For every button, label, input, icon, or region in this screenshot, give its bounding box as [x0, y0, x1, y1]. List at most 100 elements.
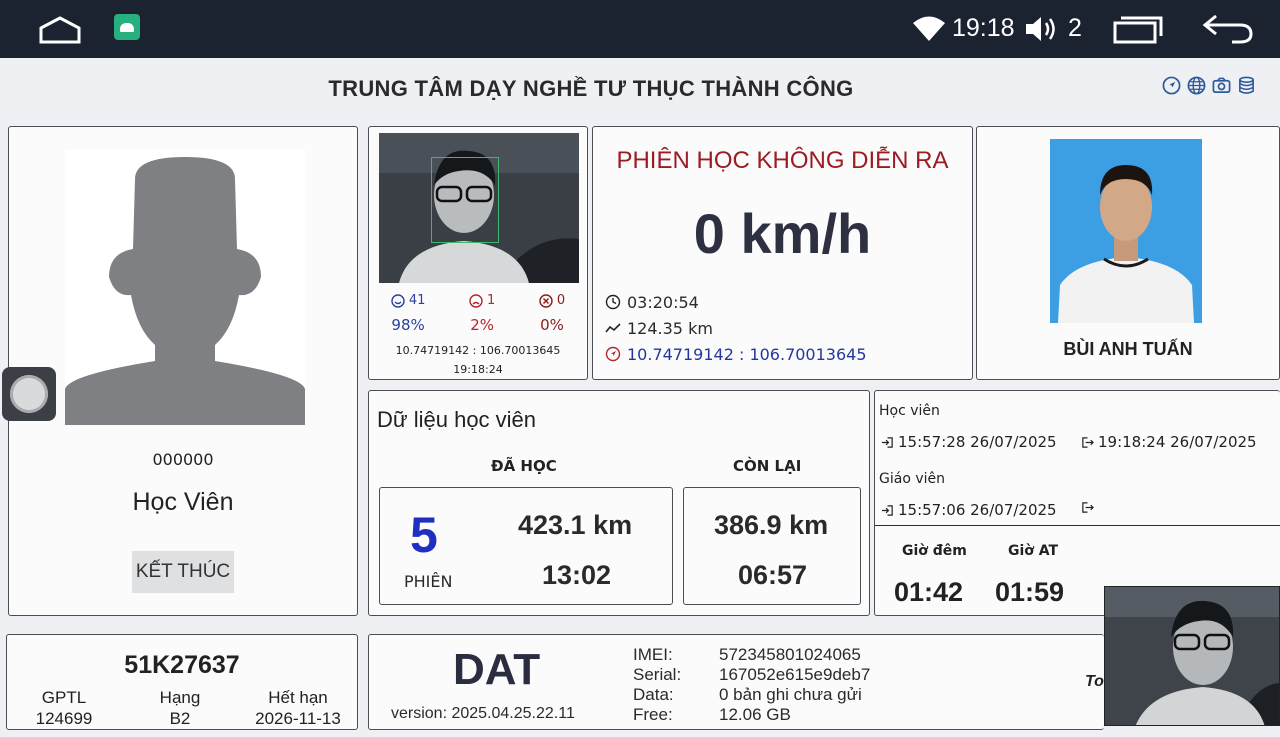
free-row: Free: 12.06 GB [633, 705, 870, 725]
clock-icon [605, 294, 621, 310]
volume-level: 2 [1068, 14, 1082, 42]
android-app-icon[interactable] [114, 14, 140, 40]
floating-home-button[interactable] [2, 367, 56, 421]
imei-value: 572345801024065 [719, 645, 861, 664]
camera-icon[interactable] [1212, 76, 1231, 95]
student-name: Học Viên [132, 488, 234, 516]
gps-value: 10.74719142 : 106.70013645 [627, 344, 867, 364]
student-photo-placeholder [65, 149, 305, 425]
teacher-panel: BÙI ANH TUẤN [976, 126, 1280, 380]
database-icon[interactable] [1237, 76, 1256, 95]
recent-apps-icon[interactable] [1112, 14, 1164, 44]
stat-count: 0 [556, 293, 566, 308]
student-checkout: 19:18:24 26/07/2025 [1081, 433, 1257, 451]
stat-percent: 0% [540, 316, 564, 334]
session-duration: 03:20:54 [605, 289, 867, 315]
license-label: GPTL [41, 688, 87, 707]
live-driver-illustration [1105, 587, 1279, 725]
stat-count: 41 [408, 293, 426, 308]
session-gps: 10.74719142 : 106.70013645 [605, 341, 867, 367]
face-camera-panel: 41 98% 1 2% 0 0% 10.74719142: 106.70013… [368, 126, 588, 380]
app-screen: TRUNG TÂM DẠY NGHỀ TƯ THỤC THÀNH CÔNG 00… [0, 58, 1280, 737]
teacher-photo [1050, 139, 1202, 323]
learned-header: ĐÃ HỌC [491, 457, 557, 475]
license-plate: 51K27637 [124, 651, 240, 679]
center-title: TRUNG TÂM DẠY NGHỀ TƯ THỤC THÀNH CÔNG [328, 76, 854, 101]
teacher-checkin-time: 15:57:06 26/07/2025 [898, 501, 1057, 519]
training-data-panel: Dữ liệu học viên ĐÃ HỌC CÒN LẠI 5 PHIÊN … [368, 390, 870, 616]
night-hours-label: Giờ đêm [902, 543, 967, 559]
remaining-distance: 386.9 km [714, 510, 829, 540]
imei-row: IMEI: 572345801024065 [633, 645, 870, 665]
at-hours-label: Giờ AT [1008, 543, 1059, 559]
remaining-header: CÒN LẠI [733, 457, 802, 475]
dat-logo: DAT [453, 645, 541, 694]
class-label: Hạng [159, 688, 201, 707]
remaining-time: 06:57 [738, 560, 808, 590]
teacher-checkout [1081, 501, 1094, 514]
data-value: 0 bản ghi chưa gửi [719, 685, 862, 704]
teacher-name: BÙI ANH TUẤN [1063, 339, 1193, 359]
device-info: IMEI: 572345801024065 Serial: 167052e615… [633, 645, 870, 725]
device-panel: DAT version: 2025.04.25.22.11 IMEI: 5723… [368, 634, 1104, 730]
student-checkin: 15:57:28 26/07/2025 [881, 433, 1057, 451]
header-icons [1162, 76, 1256, 95]
class-column: Hạng B2 [137, 687, 223, 729]
volume-icon[interactable] [1024, 14, 1058, 44]
teacher-log-label: Giáo viên [879, 471, 945, 487]
trend-icon [605, 323, 621, 333]
speed-readout: 0 km/h [693, 202, 872, 265]
vehicle-panel: 51K27637 GPTL 124699 Hạng B2 Hết hạn 202… [6, 634, 358, 730]
serial-label: Serial: [633, 665, 682, 684]
clock: 19:18 [952, 14, 1015, 42]
logout-icon [1082, 502, 1094, 513]
stat-count: 1 [486, 293, 496, 308]
expiry-column: Hết hạn 2026-11-13 [243, 687, 353, 729]
person-silhouette-icon [65, 157, 305, 425]
sessions-count: 5 [410, 507, 438, 563]
teacher-portrait-illustration [1050, 139, 1202, 323]
partial-label: To [1085, 673, 1104, 690]
stat-percent: 98% [391, 316, 425, 334]
navigation-icon[interactable] [1162, 76, 1181, 95]
free-value: 12.06 GB [719, 705, 791, 724]
student-checkin-time: 15:57:28 26/07/2025 [898, 433, 1057, 451]
back-icon[interactable] [1202, 12, 1254, 44]
wifi-icon [913, 16, 945, 41]
stat-negative: 1 2% [469, 293, 495, 334]
session-panel: PHIÊN HỌC KHÔNG DIỄN RA 0 km/h 03:20:54 … [592, 126, 973, 380]
globe-icon[interactable] [1187, 76, 1206, 95]
sessions-label: PHIÊN [404, 572, 453, 591]
end-session-button[interactable]: KẾT THÚC [132, 551, 234, 593]
night-hours-value: 01:42 [894, 577, 964, 607]
stat-none: 0 0% [539, 293, 565, 334]
cross-circle-icon [539, 293, 553, 308]
remaining-box: 386.9 km 06:57 [683, 487, 861, 605]
imei-label: IMEI: [633, 645, 673, 664]
learned-distance: 423.1 km [518, 510, 633, 540]
learned-box: 5 PHIÊN 423.1 km 13:02 [379, 487, 673, 605]
logout-icon [1082, 436, 1094, 448]
home-icon[interactable] [38, 16, 82, 44]
log-divider [875, 525, 1280, 526]
driver-camera-image [379, 133, 579, 283]
navigation-icon [605, 346, 621, 362]
class-value: B2 [169, 709, 191, 728]
camera-timestamp: 19:18:24 [453, 363, 503, 376]
login-icon [881, 436, 893, 448]
stat-percent: 2% [470, 316, 495, 334]
license-column: GPTL 124699 [21, 687, 107, 729]
session-status: PHIÊN HỌC KHÔNG DIỄN RA [616, 147, 949, 174]
student-panel: 000000 Học Viên KẾT THÚC [8, 126, 358, 616]
live-camera-preview[interactable] [1104, 586, 1280, 726]
session-details: 03:20:54 124.35 km 10.74719142 : 106.700… [605, 289, 867, 367]
teacher-checkin: 15:57:06 26/07/2025 [881, 501, 1057, 519]
stat-positive: 41 98% [391, 293, 426, 334]
app-version: version: 2025.04.25.22.11 [391, 705, 575, 722]
serial-row: Serial: 167052e615e9deb7 [633, 665, 870, 685]
serial-value: 167052e615e9deb7 [719, 665, 871, 684]
login-icon [881, 504, 893, 516]
student-id: 000000 [152, 450, 214, 469]
license-value: 124699 [35, 709, 93, 728]
student-checkout-time: 19:18:24 26/07/2025 [1098, 433, 1257, 451]
